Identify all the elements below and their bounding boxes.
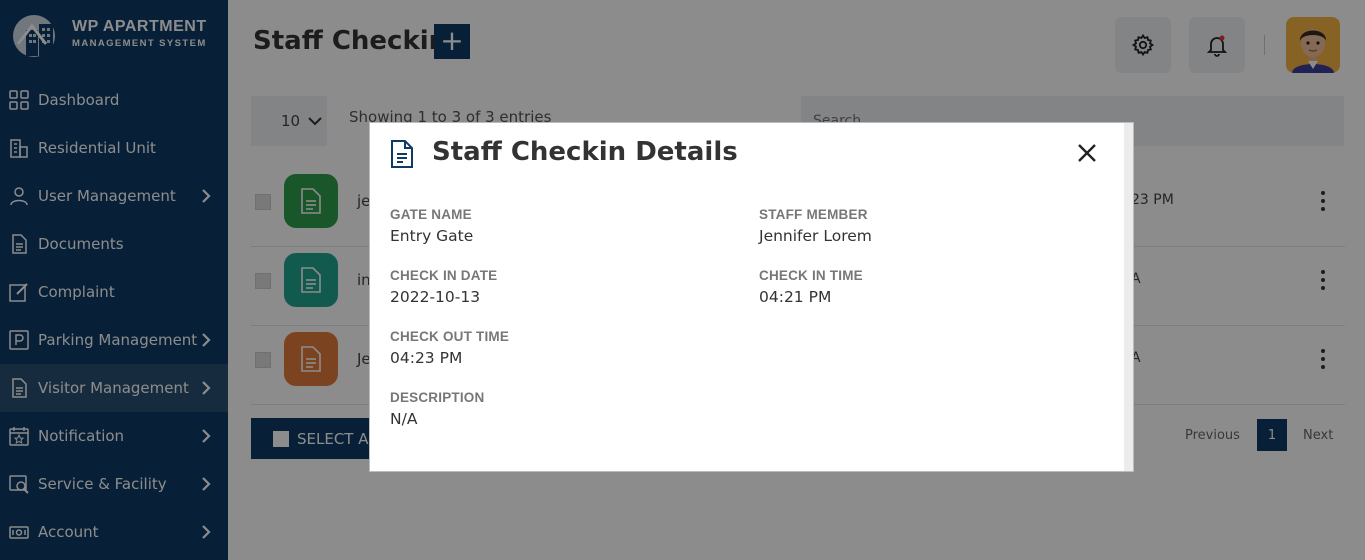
close-icon[interactable] xyxy=(1074,140,1100,166)
modal-scrollbar[interactable] xyxy=(1124,123,1133,471)
gate-name-value: Entry Gate xyxy=(390,227,474,245)
check-in-time-value: 04:21 PM xyxy=(759,288,832,306)
description-value: N/A xyxy=(390,410,418,428)
staff-member-label: STAFF MEMBER xyxy=(759,207,868,222)
gate-name-label: GATE NAME xyxy=(390,207,472,222)
check-in-time-label: CHECK IN TIME xyxy=(759,268,863,283)
document-icon xyxy=(391,140,413,168)
staff-checkin-details-modal: Staff Checkin Details GATE NAME Entry Ga… xyxy=(369,122,1134,472)
modal-title: Staff Checkin Details xyxy=(432,137,738,167)
staff-member-value: Jennifer Lorem xyxy=(759,227,872,245)
check-out-time-value: 04:23 PM xyxy=(390,349,463,367)
check-out-time-label: CHECK OUT TIME xyxy=(390,329,510,344)
check-in-date-label: CHECK IN DATE xyxy=(390,268,498,283)
check-in-date-value: 2022-10-13 xyxy=(390,288,481,306)
description-label: DESCRIPTION xyxy=(390,390,485,405)
